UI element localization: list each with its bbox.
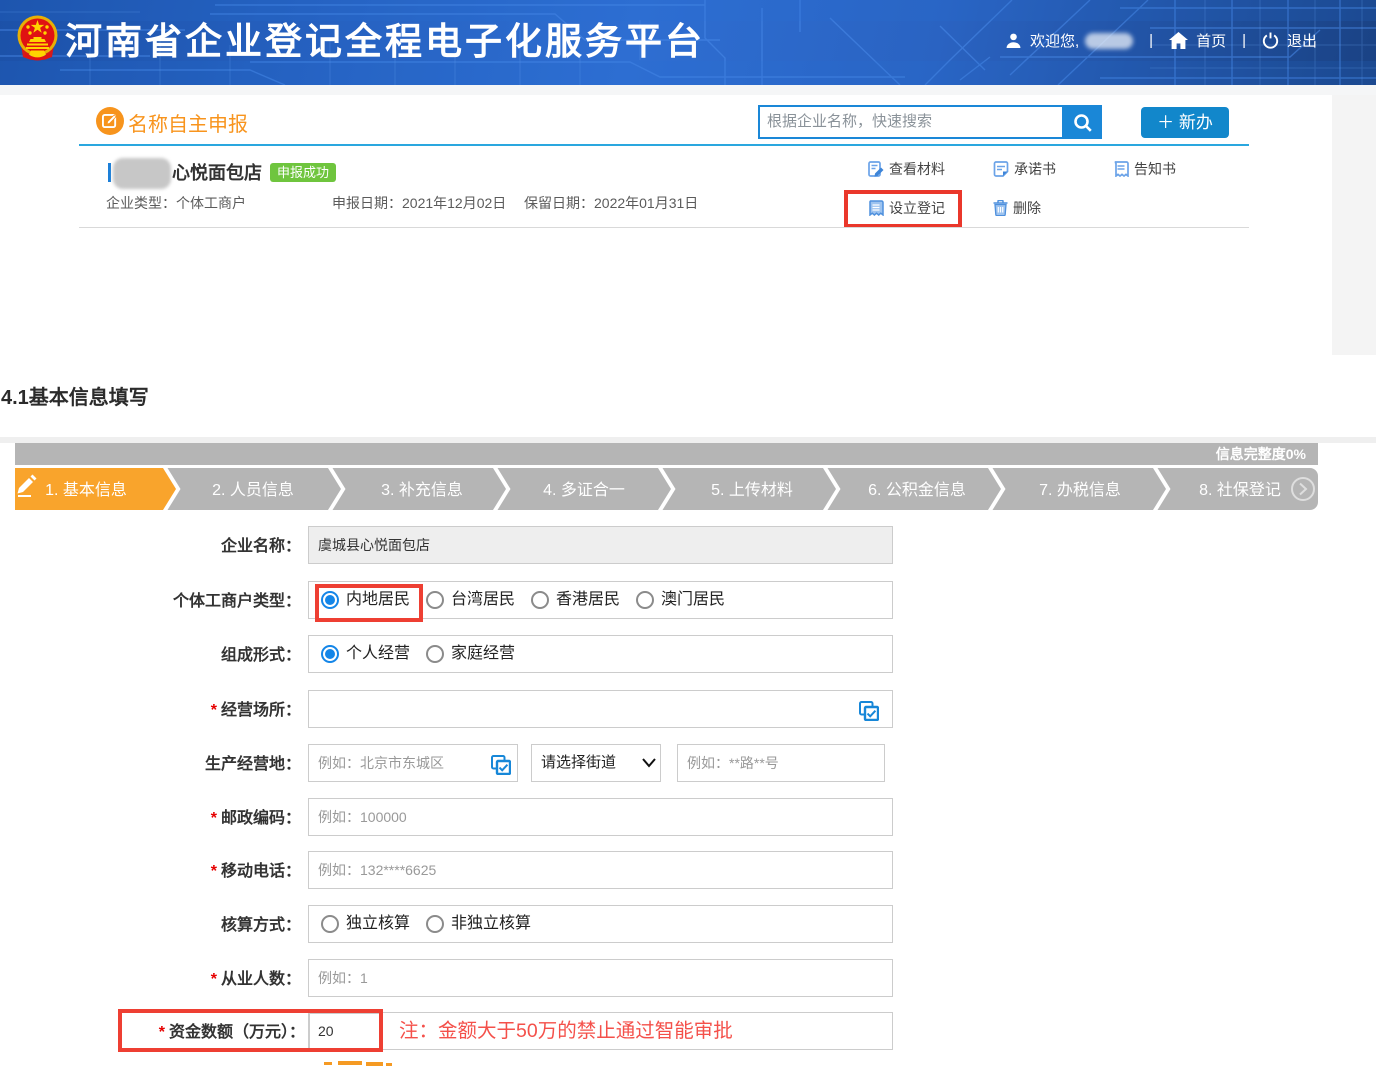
svg-text:3. 补充信息: 3. 补充信息 bbox=[381, 481, 463, 499]
svg-text:2. 人员信息: 2. 人员信息 bbox=[212, 481, 294, 499]
svg-text:6. 公积金信息: 6. 公积金信息 bbox=[868, 481, 966, 499]
svg-text:8. 社保登记: 8. 社保登记 bbox=[1199, 481, 1281, 499]
svg-text:5. 上传材料: 5. 上传材料 bbox=[711, 481, 793, 499]
svg-text:7. 办税信息: 7. 办税信息 bbox=[1039, 481, 1121, 499]
svg-text:1. 基本信息: 1. 基本信息 bbox=[45, 481, 127, 499]
svg-text:4. 多证合一: 4. 多证合一 bbox=[543, 481, 625, 499]
